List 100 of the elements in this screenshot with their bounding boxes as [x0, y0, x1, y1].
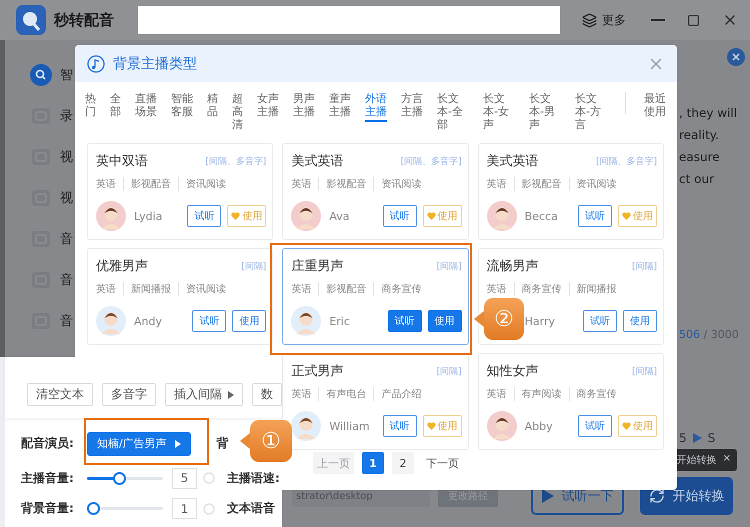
voice-title: 知性女声 — [486, 363, 539, 380]
avatar-icon — [291, 306, 322, 336]
listen-button[interactable]: 试听 — [582, 310, 617, 332]
voice-card[interactable]: 优雅男声 [间隔] 英语 新闻播报 资讯阅读 Andy 试听 使用 — [87, 248, 274, 345]
use-button[interactable]: 使用 — [232, 310, 266, 332]
feature-note: [间隔] — [241, 260, 266, 272]
tool-button[interactable]: 插入间隔 — [165, 383, 243, 406]
voice-card[interactable]: 正式男声 [间隔] 英语 有声电台 产品介绍 William 试听 使用 — [282, 353, 469, 450]
page-button[interactable]: 1 — [362, 452, 384, 474]
maximize-button[interactable] — [687, 14, 700, 26]
sidebar-icon[interactable] — [30, 64, 52, 86]
page-button[interactable]: 2 — [392, 452, 414, 474]
sidebar-label[interactable]: 音 — [60, 230, 73, 248]
slider-track[interactable] — [87, 502, 163, 516]
voice-tag: 英语 — [96, 282, 123, 296]
editor-text-line: , they will — [679, 105, 738, 122]
voice-card[interactable]: 庄重男声 [间隔] 英语 影视配音 商务宣传 Eric 试听 使用 — [282, 248, 469, 345]
category-tab[interactable]: 最近使用 — [644, 92, 666, 122]
sidebar-label[interactable]: 视 — [60, 148, 73, 166]
category-tab[interactable]: 外语主播 — [365, 92, 387, 122]
voice-tag: 英语 — [291, 177, 318, 191]
voice-card[interactable]: 知性女声 [间隔] 英语 有声阅读 商务宣传 Abby 试听 使用 — [478, 353, 664, 450]
category-tab[interactable]: 长文本-全部 — [437, 92, 469, 135]
sidebar-label[interactable]: 音 — [60, 312, 73, 330]
category-tab[interactable]: 精品 — [207, 92, 218, 122]
voice-tag: 英语 — [291, 282, 318, 296]
category-tab[interactable]: 智能客服 — [171, 92, 193, 122]
slider-thumb[interactable] — [87, 502, 100, 516]
category-tab[interactable]: 女声主播 — [257, 92, 279, 122]
close-circle-icon[interactable] — [727, 48, 745, 66]
field-label: 背景音量: — [21, 500, 75, 518]
editor-text-line: ct our — [679, 171, 715, 188]
editor-text-line: reality. — [679, 127, 720, 144]
avatar-icon — [96, 306, 126, 336]
sidebar-label[interactable]: 视 — [60, 188, 73, 206]
feature-note: [间隔、多音字] — [205, 156, 266, 168]
listen-button[interactable]: 试听 — [578, 205, 612, 227]
voice-tag: 有声阅读 — [514, 387, 569, 401]
reset-icon[interactable] — [203, 502, 215, 515]
voice-tag: 英语 — [486, 387, 514, 401]
use-button[interactable]: 使用 — [428, 310, 462, 332]
category-tab[interactable]: 方言主播 — [401, 92, 423, 122]
avatar-icon — [291, 201, 322, 231]
voice-select-button[interactable]: 知楠/广告男声 — [87, 432, 191, 456]
voice-title: 流畅男声 — [486, 258, 539, 275]
category-tab[interactable]: 超高清 — [232, 92, 243, 135]
category-tab[interactable]: 长文本-男声 — [529, 92, 561, 135]
voice-tag: 商务宣传 — [514, 282, 569, 296]
sidebar-label[interactable]: 音 — [60, 270, 73, 288]
category-tab[interactable]: 长文本-方言 — [575, 92, 607, 135]
category-tab[interactable]: 热门 — [85, 92, 96, 122]
next-page-button[interactable]: 下一页 — [422, 452, 463, 474]
category-tab[interactable]: 童声主播 — [329, 92, 351, 122]
tool-button[interactable]: 多音字 — [102, 383, 156, 406]
voice-title: 美式英语 — [486, 153, 539, 170]
voice-name: Harry — [524, 314, 556, 328]
voice-tag: 有声电台 — [318, 387, 374, 401]
caret-icon — [228, 390, 234, 398]
field-label: 文本语音 — [227, 500, 275, 518]
tool-button[interactable]: 清空文本 — [27, 383, 93, 406]
voice-card[interactable]: 英中双语 [间隔、多音字] 英语 影视配音 资讯阅读 Lydia 试听 使用 — [87, 143, 274, 240]
callout-pointer-icon — [240, 433, 250, 449]
listen-button[interactable]: 试听 — [578, 415, 612, 437]
field-label: 配音演员: — [21, 435, 75, 452]
voice-name: Ava — [329, 210, 350, 222]
voice-tag: 商务宣传 — [373, 282, 428, 296]
caret-icon — [174, 440, 181, 448]
category-tab[interactable]: 长文本-女声 — [483, 92, 515, 135]
voice-name: William — [329, 420, 370, 432]
more-button[interactable]: 更多 — [582, 12, 626, 28]
voice-tag: 商务宣传 — [568, 387, 624, 401]
voice-card[interactable]: 美式英语 [间隔、多音字] 英语 影视配音 资讯阅读 Becca 试听 使用 — [478, 143, 664, 240]
listen-button[interactable]: 试听 — [192, 310, 226, 332]
sidebar-label[interactable]: 录 — [60, 106, 73, 124]
category-tab[interactable]: 男声主播 — [293, 92, 315, 122]
listen-button[interactable]: 试听 — [187, 205, 222, 227]
slider-track[interactable] — [87, 472, 163, 485]
tool-button[interactable]: 数 — [252, 383, 282, 406]
reset-icon[interactable] — [203, 472, 215, 484]
feature-note: [间隔、多音字] — [596, 156, 657, 168]
voice-tag: 新闻播报 — [123, 282, 178, 296]
voice-name: Abby — [524, 420, 553, 432]
listen-button[interactable]: 试听 — [388, 310, 422, 332]
voice-title: 正式男声 — [291, 363, 344, 380]
value-field[interactable]: 1 — [172, 498, 197, 520]
listen-button[interactable]: 试听 — [382, 205, 417, 227]
listen-button[interactable]: 试听 — [382, 415, 417, 437]
feature-note: [间隔、多音字] — [400, 156, 462, 168]
sidebar-label[interactable]: 智 — [60, 66, 73, 84]
voice-tag: 产品介绍 — [373, 387, 428, 401]
voice-card[interactable]: 美式英语 [间隔、多音字] 英语 影视配音 资讯阅读 Ava 试听 使用 — [282, 143, 469, 240]
voice-name: Andy — [134, 314, 162, 328]
voice-tag: 影视配音 — [514, 177, 569, 191]
use-button[interactable]: 使用 — [622, 310, 657, 332]
value-field[interactable]: 5 — [172, 468, 197, 489]
category-tab[interactable]: 全部 — [110, 92, 121, 122]
heart-icon — [426, 422, 436, 430]
category-tab[interactable]: 直播场景 — [135, 92, 157, 122]
slider-thumb[interactable] — [113, 472, 126, 485]
voice-tag: 资讯阅读 — [178, 177, 233, 191]
